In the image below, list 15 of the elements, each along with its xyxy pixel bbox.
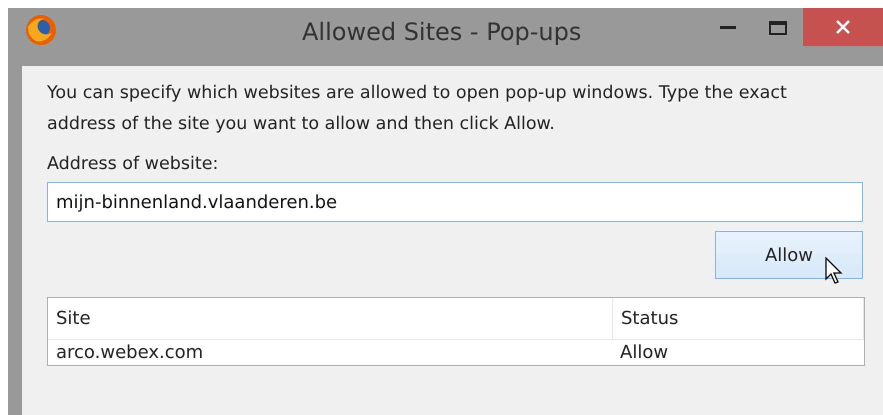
close-icon [836, 20, 850, 34]
column-header[interactable]: Site [48, 298, 613, 340]
table-cell-text: Allow [619, 341, 670, 365]
mouse-cursor-icon [825, 257, 843, 285]
maximize-icon [769, 21, 787, 35]
instructions-text: You can specify which websites are allowed to open pop-up windows. Type the exact address of the site you want to allow and then click Allow. [47, 82, 788, 136]
address-label: Address of website: [47, 154, 220, 174]
allow-button[interactable]: Allow [715, 231, 863, 279]
close-button[interactable] [803, 8, 883, 46]
table-cell-text: arco.webex.com [55, 341, 204, 365]
column-header[interactable]: Status [613, 298, 864, 340]
minimize-icon [720, 26, 736, 30]
browser-logo-icon [24, 13, 58, 47]
address-field[interactable]: mijn-binnenland.vlaanderen.be [47, 182, 863, 222]
window-title: Allowed Sites - Pop-ups [302, 18, 582, 46]
